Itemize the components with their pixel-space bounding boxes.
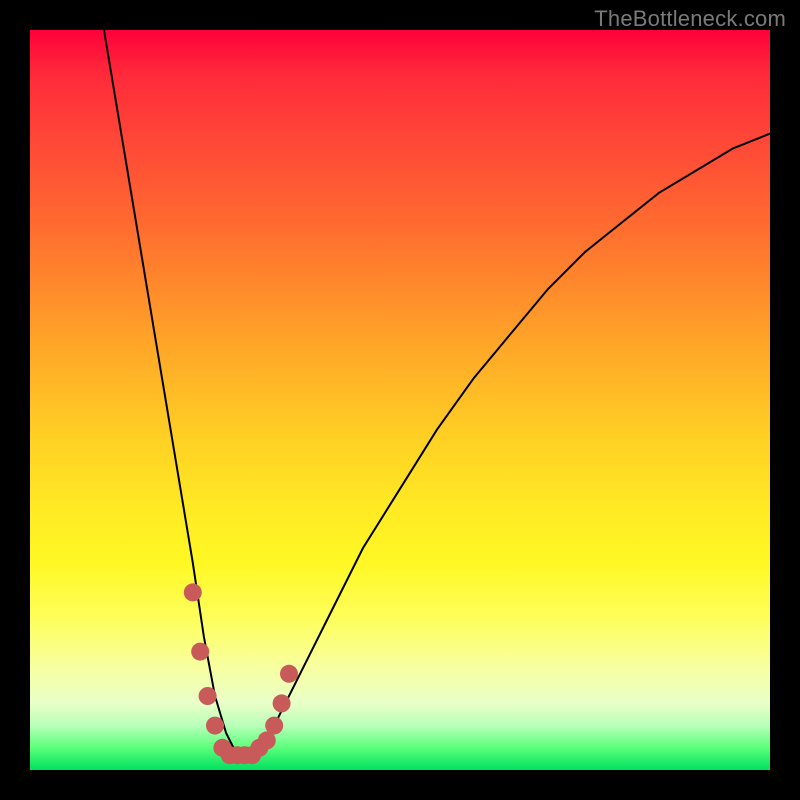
chart-frame: TheBottleneck.com [0,0,800,800]
sensitive-zone-dot [280,665,298,683]
sensitive-zone-dot [265,717,283,735]
sensitive-zone-dot [191,643,209,661]
plot-area [30,30,770,770]
sensitive-zone-dot [184,583,202,601]
sensitive-zone-dot [206,717,224,735]
watermark-text: TheBottleneck.com [594,6,786,32]
sensitive-zone-dot [199,687,217,705]
sensitive-zone-dot [273,694,291,712]
curve-svg [30,30,770,770]
